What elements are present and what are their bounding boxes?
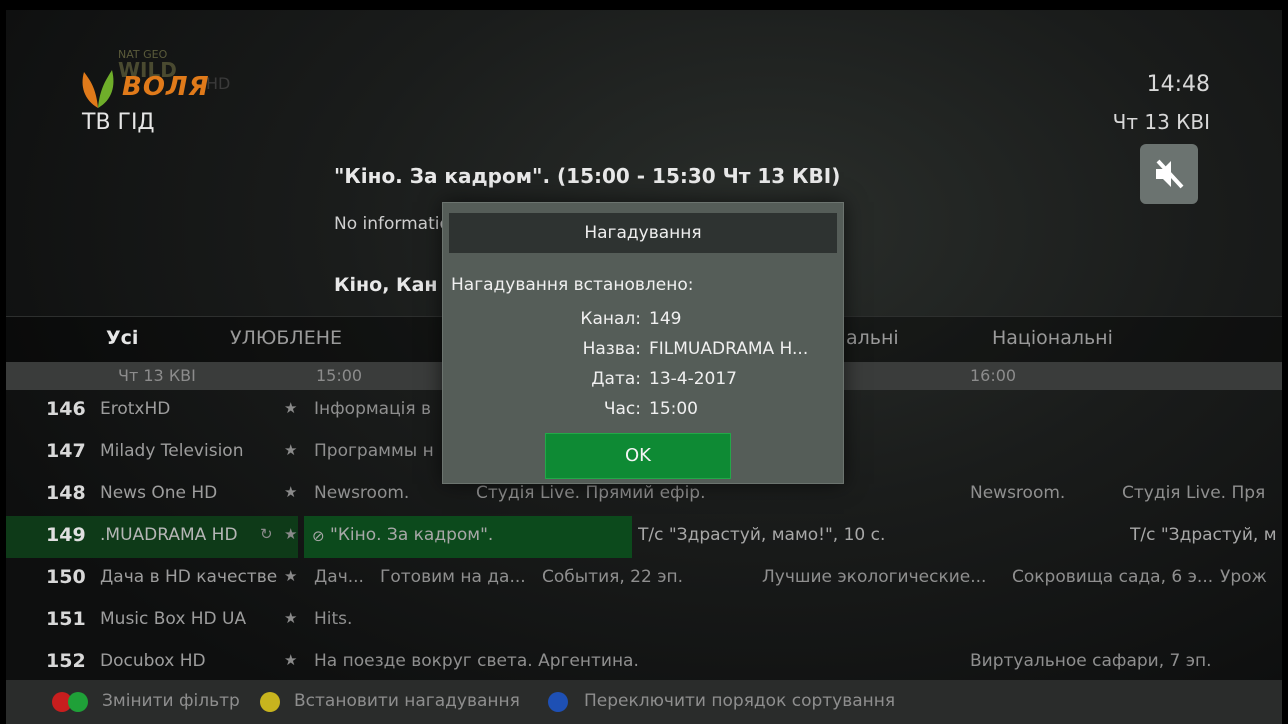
channel-number: 148: [46, 482, 86, 504]
dialog-message: Нагадування встановлено:: [451, 275, 694, 295]
channel-row[interactable]: 152 Docubox HD ★ На поезде вокруг света.…: [6, 642, 1282, 684]
channel-name: Дача в HD качестве: [100, 567, 278, 587]
program-cell[interactable]: Т/с "Здрастуй, мамо!", 10 с.: [638, 525, 968, 545]
star-icon: ★: [284, 399, 298, 417]
logo-hd-text: HD: [206, 74, 231, 93]
tab-favorites[interactable]: УЛЮБЛЕНЕ: [230, 327, 342, 349]
program-cell[interactable]: Студія Live. Пря: [1122, 483, 1282, 503]
channel-name: ErotxHD: [100, 399, 171, 419]
channel-number: 146: [46, 398, 86, 420]
tv-screen: NAT GEO WILD HD ВОЛЯ ТВ ГІД 14:48 Чт 13 …: [6, 10, 1282, 724]
tab-national[interactable]: Національні: [992, 327, 1113, 349]
field-label: Дата:: [591, 369, 641, 389]
tab-regional[interactable]: альні: [846, 327, 899, 349]
program-cell[interactable]: Hits.: [314, 609, 514, 629]
channel-logo: NAT GEO WILD HD ВОЛЯ: [74, 48, 230, 108]
reminder-dialog: Нагадування Нагадування встановлено: Кан…: [442, 202, 844, 484]
channel-name: .MUADRAMA HD: [100, 525, 238, 545]
timeline-time-1: 15:00: [316, 366, 363, 385]
logo-brand-text: ВОЛЯ: [122, 72, 210, 102]
program-cell[interactable]: Виртуальное сафари, 7 эп.: [970, 651, 1270, 671]
star-icon: ★: [284, 609, 298, 627]
field-value: 15:00: [649, 399, 698, 419]
program-cell[interactable]: Сокровища сада, 6 э...: [1012, 567, 1216, 587]
program-genre: Кіно, Кан: [334, 274, 438, 296]
green-button-icon: [68, 692, 88, 712]
yellow-button-icon: [260, 692, 280, 712]
program-cell[interactable]: Інформація в: [314, 399, 442, 419]
program-cell[interactable]: Студія Live. Прямий ефір.: [476, 483, 776, 503]
channel-number: 150: [46, 566, 86, 588]
program-cell[interactable]: События, 22 эп.: [542, 567, 752, 587]
program-cell[interactable]: Т/с "Здрастуй, м: [1130, 525, 1282, 545]
program-cell[interactable]: Newsroom.: [314, 483, 464, 503]
reminder-clock-icon: ⊘: [312, 527, 325, 545]
volia-leaf-icon: [82, 70, 114, 108]
field-value: 13-4-2017: [649, 369, 737, 389]
dialog-title: Нагадування: [584, 223, 702, 243]
tab-all[interactable]: Усі: [106, 327, 138, 349]
timeline-time-2: 16:00: [970, 366, 1017, 385]
mute-indicator: [1140, 144, 1198, 204]
clock-time: 14:48: [1146, 72, 1210, 97]
blue-button-icon: [548, 692, 568, 712]
channel-row[interactable]: 151 Music Box HD UA ★ Hits.: [6, 600, 1282, 642]
channel-row[interactable]: 150 Дача в HD качестве ★ Дач... Готовим …: [6, 558, 1282, 600]
channel-number: 151: [46, 608, 86, 630]
program-cell[interactable]: Лучшие экологические...: [762, 567, 1012, 587]
program-cell[interactable]: "Кіно. За кадром".: [330, 525, 630, 545]
star-icon: ★: [284, 525, 298, 543]
program-cell[interactable]: Урож: [1220, 567, 1282, 587]
program-cell[interactable]: Newsroom.: [970, 483, 1110, 503]
star-icon: ★: [284, 483, 298, 501]
channel-number: 149: [46, 524, 86, 546]
field-value: FILMUADRAMA H...: [649, 339, 809, 359]
star-icon: ★: [284, 651, 298, 669]
toggle-sort-hint: Переключити порядок сортування: [584, 691, 896, 711]
program-cell[interactable]: Дач...: [314, 567, 374, 587]
field-label: Канал:: [580, 309, 641, 329]
page-title: ТВ ГІД: [82, 110, 155, 135]
channel-number: 147: [46, 440, 86, 462]
field-label: Час:: [603, 399, 641, 419]
channel-name: Docubox HD: [100, 651, 206, 671]
change-filter-hint: Змінити фільтр: [102, 691, 240, 711]
set-reminder-hint: Встановити нагадування: [294, 691, 520, 711]
clock-date: Чт 13 КВІ: [1112, 110, 1210, 134]
refresh-icon: ↻: [260, 525, 273, 543]
program-cell[interactable]: На поезде вокруг света. Аргентина.: [314, 651, 914, 671]
star-icon: ★: [284, 441, 298, 459]
program-cell[interactable]: Готовим на да...: [380, 567, 538, 587]
program-cell[interactable]: Программы н: [314, 441, 442, 461]
channel-row-selected[interactable]: 149 .MUADRAMA HD ↻ ★ ⊘ "Кіно. За кадром"…: [6, 516, 1282, 558]
channel-name: News One HD: [100, 483, 218, 503]
ok-button[interactable]: OK: [545, 433, 731, 479]
dialog-header: Нагадування: [449, 213, 837, 253]
star-icon: ★: [284, 567, 298, 585]
channel-name: Milady Television: [100, 441, 244, 461]
channel-name: Music Box HD UA: [100, 609, 247, 629]
speaker-muted-icon: [1156, 159, 1184, 189]
channel-number: 152: [46, 650, 86, 672]
field-label: Назва:: [582, 339, 641, 359]
timeline-date: Чт 13 КВІ: [118, 366, 196, 385]
field-value: 149: [649, 309, 682, 329]
program-title: "Кіно. За кадром". (15:00 - 15:30 Чт 13 …: [334, 164, 841, 188]
footer-help-bar: Змінити фільтр Встановити нагадування Пе…: [6, 680, 1282, 724]
